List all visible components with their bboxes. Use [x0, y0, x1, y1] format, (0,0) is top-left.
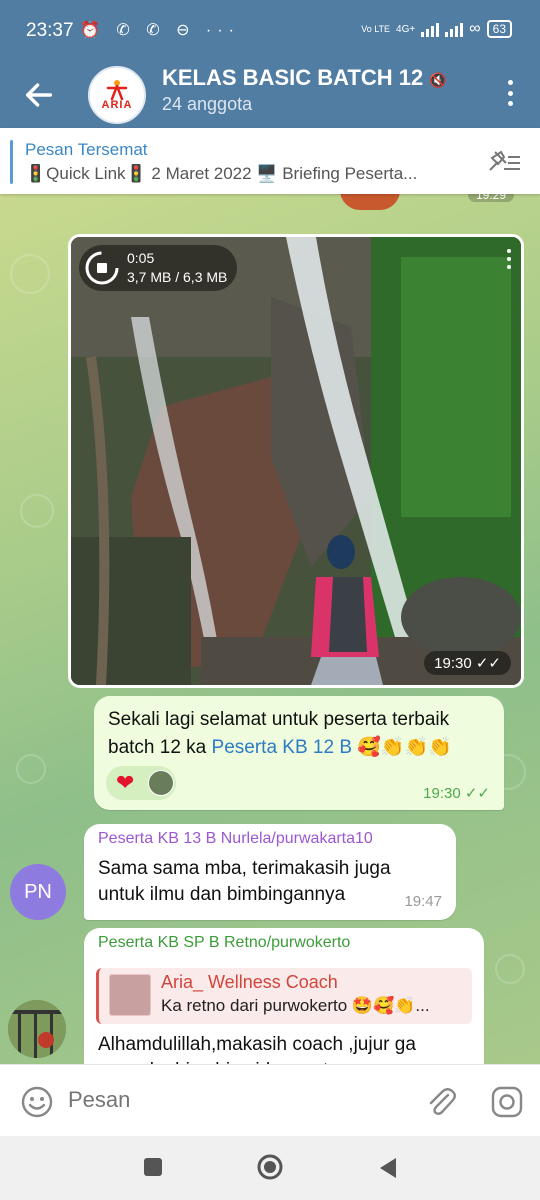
reply-thumbnail	[109, 974, 151, 1016]
chat-area[interactable]: 19:29 0:05 3,7 MB / 6,3 MB 19:30 ✓✓ Seka…	[0, 194, 540, 1064]
back-arrow-icon[interactable]	[22, 78, 56, 112]
download-progress-icon[interactable]	[79, 245, 125, 291]
sender-name[interactable]: Peserta KB SP B Retno/purwokerto	[98, 934, 350, 952]
signal-icon	[421, 21, 440, 37]
outgoing-message-text: Sekali lagi selamat untuk peserta terbai…	[108, 706, 498, 762]
muted-icon: 🔇	[429, 72, 447, 88]
battery-icon: 63	[486, 20, 512, 38]
outgoing-message[interactable]: Sekali lagi selamat untuk peserta terbai…	[94, 696, 504, 810]
recents-icon[interactable]	[144, 1158, 162, 1176]
incoming-message-time: 19:47	[404, 893, 442, 910]
notification-icons: ⏰ ✆ ✆ ⊖ ···	[80, 22, 240, 39]
home-icon[interactable]	[256, 1153, 284, 1181]
mention-link[interactable]: Peserta KB 12 B	[212, 737, 352, 758]
pinned-list-icon[interactable]	[486, 148, 522, 174]
status-right: Vo LTE 4G+ ∞ 63	[361, 20, 512, 38]
emoji-icon[interactable]	[20, 1085, 54, 1119]
incoming-message-text: Alhamdulillah,makasih coach ,jujur ga ny…	[98, 1034, 416, 1064]
read-check-icon: ✓✓	[464, 785, 490, 802]
read-check-icon: ✓✓	[475, 655, 501, 672]
sender-avatar[interactable]: PN	[10, 864, 66, 920]
incoming-reply-message[interactable]: Peserta KB SP B Retno/purwokerto Aria_ W…	[84, 928, 484, 1064]
video-duration: 0:05	[127, 250, 155, 266]
system-back-icon[interactable]	[376, 1156, 398, 1180]
waterfall-video-thumbnail	[71, 237, 521, 685]
network-type: 4G+	[396, 23, 416, 35]
sender-avatar-photo[interactable]	[8, 1000, 66, 1058]
video-time-text: 19:30	[434, 655, 472, 672]
outgoing-time-text: 19:30	[423, 785, 461, 802]
pinned-message-bar[interactable]: Pesan Tersemat 🚦Quick Link🚦 2 Maret 2022…	[0, 128, 540, 194]
pinned-label: Pesan Tersemat	[25, 140, 148, 159]
member-count: 24 anggota	[162, 94, 253, 114]
camera-icon[interactable]	[490, 1085, 524, 1119]
signal-icon-2	[445, 21, 464, 37]
quoted-reply[interactable]: Aria_ Wellness Coach Ka retno dari purwo…	[96, 968, 472, 1024]
chat-header: ARIA KELAS BASIC BATCH 12 🔇 24 anggota	[0, 64, 540, 128]
message-input-bar	[0, 1064, 540, 1136]
sender-name[interactable]: Peserta KB 13 B Nurlela/purwakarta10	[98, 830, 373, 848]
volte-indicator: Vo LTE	[361, 24, 391, 34]
video-message[interactable]: 0:05 3,7 MB / 6,3 MB 19:30 ✓✓	[68, 234, 524, 688]
more-menu-icon[interactable]	[506, 80, 514, 106]
link-icon: ∞	[469, 20, 481, 37]
outgoing-emoji-part: 🥰👏👏👏	[352, 737, 452, 758]
attach-icon[interactable]	[424, 1085, 458, 1119]
reply-author: Aria_ Wellness Coach	[161, 972, 338, 992]
previous-message-sticker	[340, 194, 400, 210]
system-nav-bar	[0, 1136, 540, 1200]
chat-title[interactable]: KELAS BASIC BATCH 12 🔇	[162, 65, 447, 91]
incoming-message-text: Sama sama mba, terimakasih juga untuk il…	[98, 858, 391, 905]
incoming-message[interactable]: Peserta KB 13 B Nurlela/purwakarta10 Sam…	[84, 824, 456, 920]
video-size: 3,7 MB / 6,3 MB	[127, 269, 228, 285]
avatar-photo-icon	[8, 1000, 66, 1058]
heart-reaction-icon: ❤	[116, 770, 135, 795]
chat-title-text: KELAS BASIC BATCH 12	[162, 65, 424, 90]
reactor-avatar	[148, 770, 174, 796]
outgoing-message-time: 19:30 ✓✓	[423, 784, 490, 802]
previous-message-time: 19:29	[467, 194, 514, 202]
aria-logo-icon	[106, 80, 128, 101]
video-time: 19:30 ✓✓	[424, 651, 511, 675]
pinned-text: 🚦Quick Link🚦 2 Maret 2022 🖥️ Briefing Pe…	[25, 164, 418, 183]
status-time: 23:37	[26, 20, 74, 41]
reaction-chip[interactable]: ❤	[106, 766, 176, 800]
message-input[interactable]	[68, 1087, 398, 1113]
group-avatar[interactable]: ARIA	[88, 66, 146, 124]
pinned-indicator	[10, 140, 13, 184]
status-bar: 23:37 ⏰ ✆ ✆ ⊖ ··· Vo LTE 4G+ ∞ 63	[0, 0, 540, 64]
reply-text: Ka retno dari purwokerto 🤩🥰👏...	[161, 996, 430, 1015]
media-menu-icon[interactable]	[507, 249, 511, 269]
